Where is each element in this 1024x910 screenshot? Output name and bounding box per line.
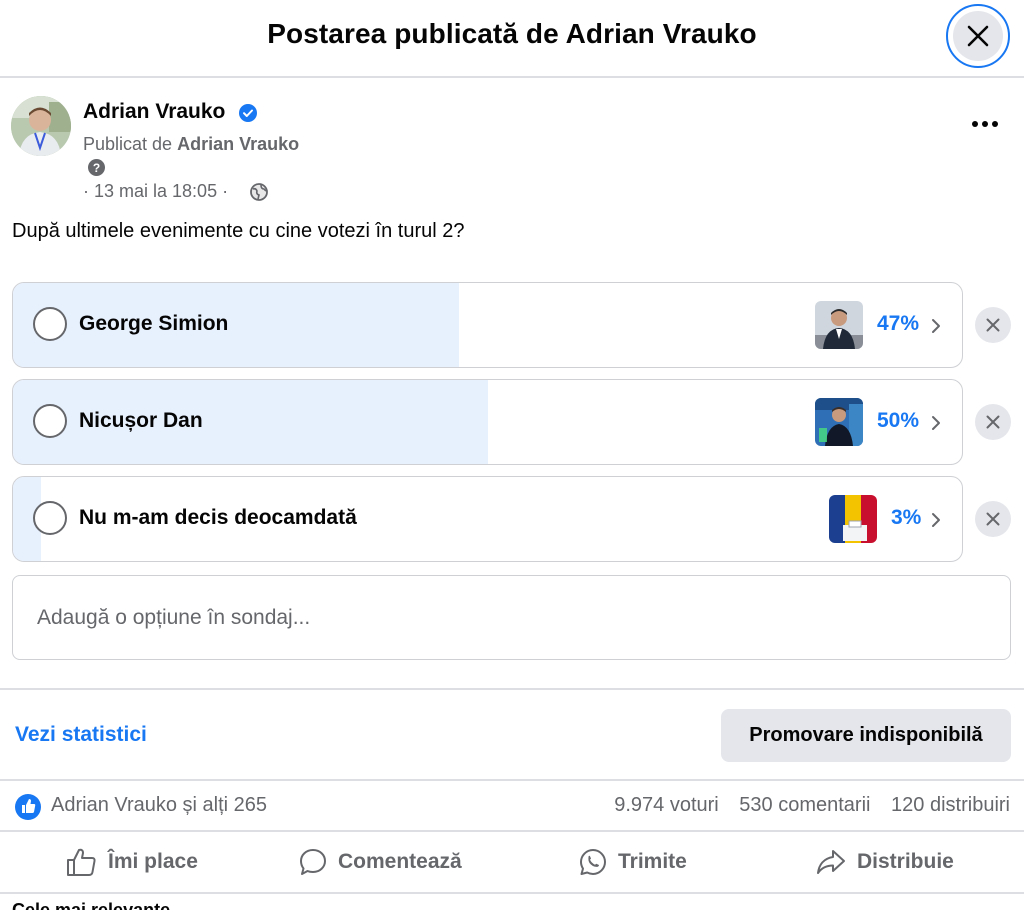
shares-count[interactable]: 120 distribuiri [891, 794, 1010, 816]
share-button[interactable]: Distribuie [815, 840, 954, 884]
poll-option-nicusor-dan[interactable]: Nicușor Dan 50% [12, 379, 963, 465]
comments-count[interactable]: 530 comentarii [739, 794, 870, 816]
voter-avatar-thumb [815, 398, 863, 446]
poll-radio[interactable] [33, 404, 67, 438]
send-button[interactable]: Trimite [578, 840, 687, 884]
comment-button[interactable]: Comentează [298, 840, 462, 884]
poll-option-label: Nu m-am decis deocamdată [79, 506, 357, 529]
send-button-label: Trimite [618, 850, 687, 873]
like-button-label: Îmi place [108, 850, 198, 873]
poll-option-undecided[interactable]: Nu m-am decis deocamdată 3% [12, 476, 963, 562]
thumbs-up-icon [67, 848, 96, 876]
remove-option-button[interactable] [975, 307, 1011, 343]
voter-avatar-thumb [815, 301, 863, 349]
published-by-prefix: Publicat de [83, 134, 173, 154]
close-button[interactable] [946, 4, 1010, 68]
view-insights-link[interactable]: Vezi statistici [15, 723, 147, 747]
svg-text:?: ? [93, 161, 100, 175]
globe-icon [250, 183, 268, 201]
dialog-title: Postarea publicată de Adrian Vrauko [267, 18, 757, 49]
poll-option-george-simion[interactable]: George Simion 47% [12, 282, 963, 368]
author-name[interactable]: Adrian Vrauko [83, 100, 225, 124]
close-icon [986, 415, 1000, 429]
voter-photo [815, 301, 863, 349]
poll-option-label: George Simion [79, 312, 229, 335]
like-reaction-icon[interactable] [14, 793, 42, 821]
poll-radio[interactable] [33, 307, 67, 341]
help-icon[interactable]: ? [88, 159, 105, 176]
post-text: După ultimele evenimente cu cine votezi … [12, 220, 465, 242]
chevron-right-icon [932, 416, 940, 430]
comment-icon [300, 849, 326, 875]
close-icon [986, 512, 1000, 526]
more-options-icon[interactable] [966, 112, 1006, 136]
published-by: Publicat de Adrian Vrauko [83, 134, 299, 155]
dialog-header: Postarea publicată de Adrian Vrauko [0, 0, 1024, 78]
voter-photo [815, 398, 863, 446]
author-avatar[interactable] [11, 96, 71, 156]
remove-option-button[interactable] [975, 404, 1011, 440]
chevron-right-icon [932, 513, 940, 527]
poll-percent: 47% [877, 312, 920, 335]
votes-count[interactable]: 9.974 voturi [614, 794, 719, 816]
add-poll-option-input[interactable] [12, 575, 1011, 660]
whatsapp-icon [580, 849, 606, 875]
close-button-bg [953, 11, 1003, 61]
comment-button-label: Comentează [338, 850, 462, 873]
remove-option-button[interactable] [975, 501, 1011, 537]
promote-button[interactable]: Promovare indisponibilă [721, 709, 1011, 762]
verified-badge-icon [239, 104, 257, 122]
poll-radio[interactable] [33, 501, 67, 535]
avatar-photo [11, 96, 71, 156]
poll-option-label: Nicușor Dan [79, 409, 203, 432]
romanian-flag-ballot-image [829, 495, 877, 543]
published-by-name[interactable]: Adrian Vrauko [177, 134, 299, 154]
divider [0, 688, 1024, 690]
engagement-counts: 9.974 voturi 530 comentarii 120 distribu… [599, 794, 1010, 817]
voter-avatar-thumb [829, 495, 877, 543]
share-arrow-icon [817, 850, 845, 874]
comments-sort-label[interactable]: Cele mai relevante [12, 900, 170, 910]
close-icon [986, 318, 1000, 332]
divider [0, 830, 1024, 832]
divider [0, 892, 1024, 894]
share-button-label: Distribuie [857, 850, 954, 873]
like-button[interactable]: Îmi place [66, 840, 198, 884]
divider [0, 779, 1024, 781]
poll-percent: 3% [891, 506, 922, 529]
reactions-summary[interactable]: Adrian Vrauko și alți 265 [51, 794, 267, 817]
chevron-right-icon [932, 319, 940, 333]
post-timestamp[interactable]: · 13 mai la 18:05 · [83, 181, 228, 202]
close-icon [967, 25, 989, 47]
poll-percent: 50% [877, 409, 920, 432]
